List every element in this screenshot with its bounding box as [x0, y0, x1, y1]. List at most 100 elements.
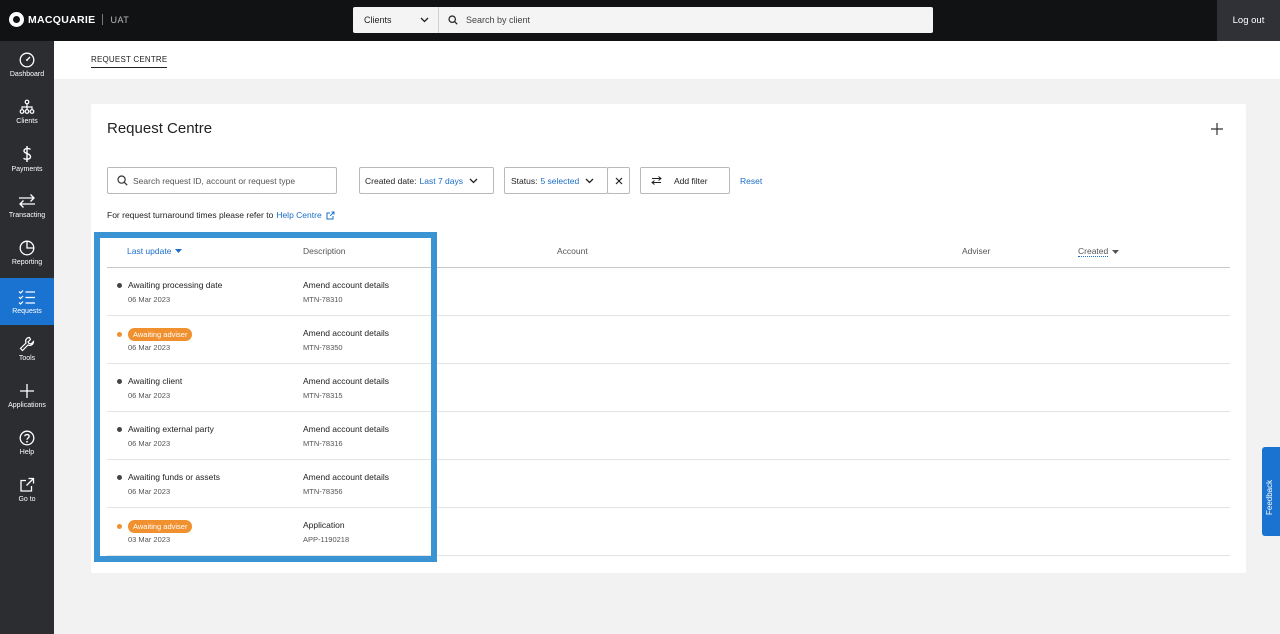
- add-filter-button[interactable]: Add filter: [640, 167, 730, 194]
- feedback-tab[interactable]: Feedback: [1262, 447, 1280, 536]
- global-search: Clients Search by client: [353, 7, 933, 33]
- request-status: Awaiting external party: [117, 424, 214, 434]
- table-row[interactable]: Awaiting funds or assets 06 Mar 2023 Ame…: [107, 460, 1230, 508]
- request-description: Amend account details: [303, 376, 389, 386]
- status-text: Awaiting funds or assets: [128, 472, 220, 482]
- sidebar-item-reporting[interactable]: Reporting: [0, 229, 54, 276]
- table-row[interactable]: Awaiting adviser 03 Mar 2023 Application…: [107, 508, 1230, 556]
- question-icon: [19, 430, 35, 445]
- status-dot: [117, 524, 122, 529]
- search-scope-value: Clients: [364, 15, 392, 25]
- request-description: Amend account details: [303, 472, 389, 482]
- search-scope-select[interactable]: Clients: [353, 7, 439, 33]
- table-row[interactable]: Awaiting external party 06 Mar 2023 Amen…: [107, 412, 1230, 460]
- column-header-description: Description: [303, 246, 346, 256]
- column-header-last-update[interactable]: Last update: [127, 246, 183, 256]
- request-search-input[interactable]: Search request ID, account or request ty…: [107, 167, 337, 194]
- sidebar-item-transacting[interactable]: Transacting: [0, 182, 54, 229]
- request-status: Awaiting processing date: [117, 280, 222, 290]
- request-id: MTN-78356: [303, 487, 343, 496]
- request-id: MTN-78310: [303, 295, 343, 304]
- created-date-filter[interactable]: Created date: Last 7 days: [359, 167, 494, 194]
- chevron-down-icon: [585, 178, 594, 183]
- status-text: Awaiting external party: [128, 424, 214, 434]
- sort-descending-icon: [175, 249, 183, 253]
- search-placeholder: Search request ID, account or request ty…: [133, 175, 296, 186]
- column-header-created[interactable]: Created: [1078, 246, 1120, 257]
- add-filter-label: Add filter: [674, 175, 708, 186]
- filter-label: Status:: [511, 175, 538, 186]
- status-dot: [117, 332, 122, 337]
- sidebar-item-help[interactable]: Help: [0, 419, 54, 466]
- request-centre-card: Request Centre Search request ID, accoun…: [91, 104, 1246, 573]
- turnaround-text: For request turnaround times please refe…: [107, 210, 274, 220]
- client-search-input[interactable]: Search by client: [439, 7, 933, 33]
- dollar-icon: [23, 145, 32, 162]
- external-link-icon: [326, 211, 335, 219]
- sidebar-item-dashboard[interactable]: Dashboard: [0, 41, 54, 88]
- checklist-icon: [18, 289, 35, 305]
- add-request-icon[interactable]: [1210, 122, 1224, 136]
- close-icon: [615, 177, 622, 184]
- feedback-label: Feedback: [1265, 479, 1274, 515]
- table-row[interactable]: Awaiting processing date 06 Mar 2023 Ame…: [107, 268, 1230, 316]
- sidebar-item-payments[interactable]: Payments: [0, 135, 54, 182]
- request-id: APP-1190218: [303, 535, 350, 544]
- sidebar-item-label: Reporting: [11, 258, 43, 266]
- sidebar-item-go-to[interactable]: Go to: [0, 466, 54, 513]
- sidebar-item-label: Transacting: [8, 211, 46, 219]
- search-icon: [117, 175, 128, 186]
- status-text: Awaiting client: [128, 376, 183, 386]
- request-description: Application: [303, 520, 345, 530]
- turnaround-note: For request turnaround times please refe…: [107, 210, 335, 220]
- sidebar-item-clients[interactable]: Clients: [0, 88, 54, 135]
- last-update-date: 06 Mar 2023: [128, 439, 171, 448]
- external-link-icon: [20, 477, 35, 492]
- request-status: Awaiting funds or assets: [117, 472, 220, 482]
- environment-label: UAT: [110, 14, 130, 25]
- brand-logo[interactable]: MACQUARIE UAT: [9, 12, 129, 27]
- last-update-date: 06 Mar 2023: [128, 295, 171, 304]
- request-status: Awaiting adviser: [117, 328, 193, 341]
- logout-button[interactable]: Log out: [1217, 0, 1280, 41]
- status-dot: [117, 426, 122, 432]
- column-header-account: Account: [557, 246, 588, 256]
- column-label: Last update: [127, 246, 172, 256]
- table-header: Last update Description Account Adviser …: [107, 237, 1230, 268]
- status-dot: [117, 474, 122, 480]
- request-id: MTN-78315: [303, 391, 343, 400]
- sidebar-item-label: Payments: [11, 165, 43, 173]
- clear-status-filter-button[interactable]: [607, 167, 630, 194]
- swap-arrows-icon: [19, 193, 35, 208]
- sidebar-item-tools[interactable]: Tools: [0, 325, 54, 372]
- status-dot: [117, 282, 122, 288]
- sidebar-item-label: Go to: [18, 495, 36, 503]
- brand-name: MACQUARIE: [28, 13, 96, 26]
- filter-value: Last 7 days: [419, 175, 463, 186]
- request-id: MTN-78350: [303, 343, 343, 352]
- table-row[interactable]: Awaiting client 06 Mar 2023 Amend accoun…: [107, 364, 1230, 412]
- column-label: Created: [1078, 246, 1109, 257]
- filter-value: 5 selected: [540, 175, 580, 186]
- last-update-date: 06 Mar 2023: [128, 487, 171, 496]
- page-header: REQUEST CENTRE: [54, 41, 1280, 79]
- sidebar-item-requests[interactable]: Requests: [0, 278, 54, 325]
- reset-filters-link[interactable]: Reset: [740, 176, 762, 186]
- chevron-down-icon: [420, 17, 429, 23]
- plus-icon: [20, 383, 34, 398]
- chevron-down-icon: [469, 178, 478, 183]
- status-text: Awaiting processing date: [128, 280, 223, 290]
- help-centre-link[interactable]: Help Centre: [276, 210, 321, 220]
- request-description: Amend account details: [303, 328, 389, 338]
- status-badge: Awaiting adviser: [128, 328, 193, 341]
- last-update-date: 06 Mar 2023: [128, 343, 171, 352]
- last-update-date: 06 Mar 2023: [128, 391, 171, 400]
- filter-label: Created date:: [365, 175, 417, 186]
- status-filter[interactable]: Status: 5 selected: [504, 167, 608, 194]
- status-dot: [117, 378, 122, 384]
- breadcrumb[interactable]: REQUEST CENTRE: [91, 55, 168, 68]
- sidebar-item-applications[interactable]: Applications: [0, 372, 54, 419]
- pie-chart-icon: [19, 240, 35, 255]
- table-row[interactable]: Awaiting adviser 06 Mar 2023 Amend accou…: [107, 316, 1230, 364]
- logo-divider: [102, 14, 104, 25]
